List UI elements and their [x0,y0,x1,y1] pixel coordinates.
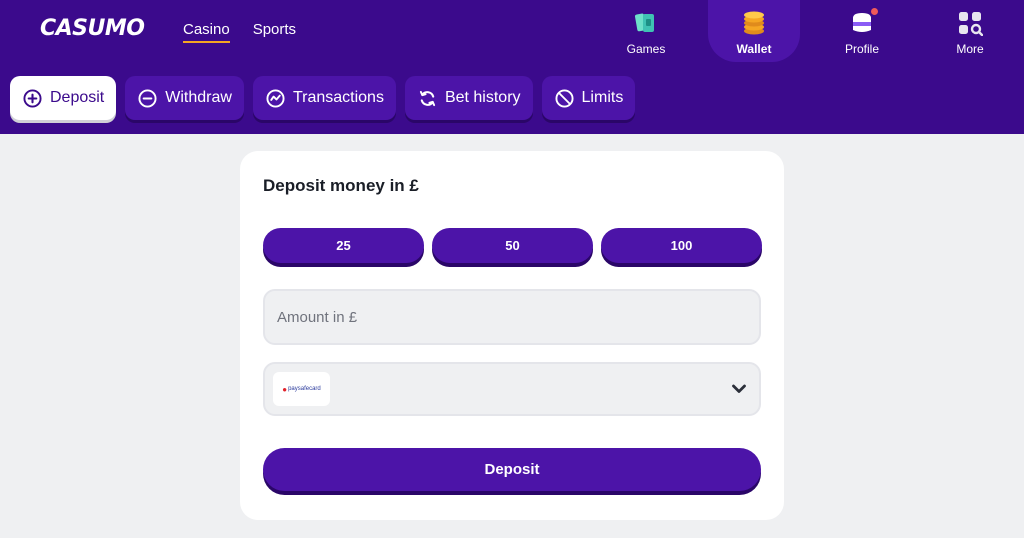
tab-deposit[interactable]: Deposit [10,76,117,120]
refresh-icon [419,90,436,106]
games-icon [634,13,654,32]
paysafecard-logo-mark: ● [282,384,288,394]
chevron-down-icon[interactable] [731,381,747,397]
payment-method-select[interactable]: ● paysafecard [263,362,761,416]
paysafecard-logo-text: paysafecard [288,386,321,392]
quick-amount-button[interactable]: 25 [263,228,424,263]
nav-more[interactable]: More [916,0,1024,62]
tab-withdraw-label: Withdraw [165,89,232,106]
nav-wallet[interactable]: Wallet [708,0,800,62]
tab-transactions[interactable]: Transactions [252,76,396,120]
tab-withdraw[interactable]: Withdraw [125,76,244,120]
wallet-subnav-bar: Deposit Withdraw Transactions Bet histor… [0,62,1024,134]
tab-bet-history-label: Bet history [444,89,521,106]
tab-limits-label: Limits [581,89,624,106]
tab-limits[interactable]: Limits [541,76,636,120]
wallet-coins-icon [744,11,764,35]
quick-amount-button[interactable]: 50 [432,228,593,263]
casumo-logo[interactable]: CASUMO [40,16,145,41]
deposit-title: Deposit money in £ [263,176,419,195]
tab-transactions-label: Transactions [292,89,384,106]
quick-amount-button[interactable]: 100 [601,228,762,263]
nav-sports[interactable]: Sports [253,21,296,43]
deposit-card: Deposit money in £ 25 50 100 ● paysafeca… [240,151,784,520]
plus-circle-icon [23,88,42,108]
limits-icon [555,88,574,108]
nav-profile[interactable]: Profile [808,0,916,62]
amount-field [263,289,761,345]
profile-icon-wrap [849,7,879,36]
nav-games[interactable]: Games [592,0,700,62]
notification-dot [870,7,879,16]
nav-wallet-label: Wallet [736,42,772,56]
top-bar: CASUMO Casino Sports Games Wallet Profil… [0,0,1024,62]
nav-more-label: More [956,42,984,56]
nav-profile-label: Profile [844,42,879,56]
tab-deposit-label: Deposit [50,89,105,106]
deposit-submit-button[interactable]: Deposit [263,448,761,491]
nav-games-label: Games [626,42,666,56]
tab-bet-history[interactable]: Bet history [404,76,533,120]
nav-casino[interactable]: Casino [183,21,230,43]
main-nav: Casino Sports [183,21,296,43]
more-grid-icon [959,12,983,36]
wallet-tabs: Deposit Withdraw Transactions Bet histor… [10,76,636,120]
paysafecard-logo: ● paysafecard [273,372,330,406]
amount-input[interactable] [265,291,759,343]
minus-circle-icon [138,88,157,108]
right-nav: Games Wallet Profile More [592,0,1024,62]
transactions-icon [266,88,285,108]
